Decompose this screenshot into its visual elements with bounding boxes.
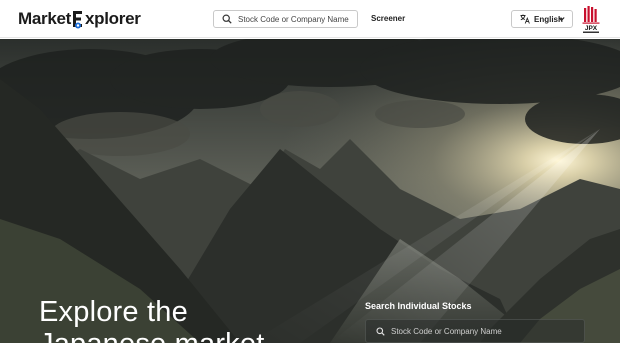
hero-title-line2: Japanese market [39, 328, 264, 343]
header-search-input[interactable] [238, 14, 356, 24]
screener-link[interactable]: Screener [371, 14, 405, 23]
hero-section: Explore the Japanese market Search Indiv… [0, 39, 620, 343]
search-icon [222, 14, 232, 24]
header-search[interactable] [213, 10, 358, 28]
hero-title-line1: Explore the [39, 296, 188, 328]
logo-text-market: Market [18, 9, 72, 28]
logo-text-xplorer: xplorer [85, 9, 141, 28]
search-icon [376, 326, 385, 336]
language-selector[interactable]: English [511, 10, 573, 28]
hero-title: Explore the Japanese market [39, 296, 264, 343]
market-explorer-logo[interactable]: Market xplorer [18, 8, 141, 30]
top-header: Market xplorer Screener English [0, 0, 620, 38]
logo-e-mark [71, 9, 85, 29]
jpx-logo-text: JPX [585, 25, 598, 32]
individual-stock-search[interactable] [365, 319, 585, 343]
translate-icon [520, 14, 530, 24]
location-pin-icon [73, 11, 83, 29]
individual-stocks-label: Search Individual Stocks [365, 301, 472, 311]
individual-stock-search-input[interactable] [391, 326, 571, 336]
jpx-logo[interactable]: JPX [582, 5, 600, 35]
chevron-down-icon [558, 17, 565, 22]
